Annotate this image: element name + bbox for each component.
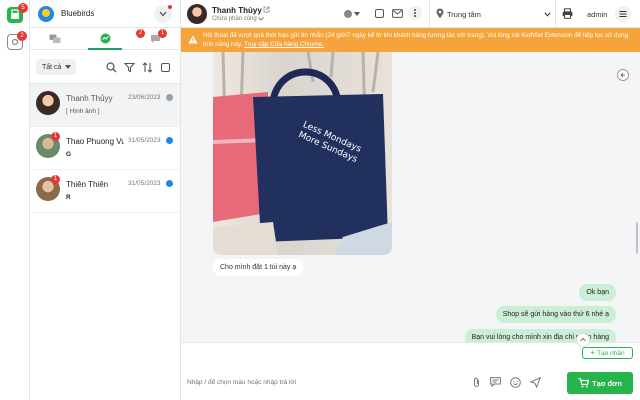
conversation-item[interactable]: 1 Thiên Thiên 31/05/2023 R	[30, 170, 180, 213]
create-order-label: Tạo đơn	[592, 378, 622, 388]
plus-icon: +	[590, 348, 596, 357]
current-user[interactable]: admin	[587, 10, 607, 19]
unread-badge: 1	[51, 132, 60, 141]
thread-scrollbar[interactable]	[636, 222, 638, 254]
search-icon[interactable]	[106, 62, 117, 73]
conversation-preview: R	[66, 194, 71, 201]
conversation-name: Thao Phuong Vu	[66, 137, 124, 146]
conversation-date: 31/05/2023	[128, 180, 161, 187]
contact-name[interactable]: Thanh Thủyy	[212, 6, 262, 15]
chevron-down-icon[interactable]	[258, 17, 264, 21]
branch-selector[interactable]: Trung tâm	[447, 6, 551, 22]
scroll-up-button[interactable]	[576, 333, 590, 347]
hamburger-menu-icon	[619, 10, 627, 18]
create-tag-label: Tạo nhãn	[597, 349, 625, 357]
tab-comments[interactable]: 1	[130, 28, 180, 49]
conversation-item[interactable]: Thanh Thủyy 23/06/2023 [ Hình ảnh ]	[30, 84, 180, 127]
quick-reply-icon[interactable]	[490, 377, 501, 387]
caret-down-icon	[65, 65, 72, 69]
page-dropdown-button[interactable]	[154, 5, 172, 23]
conversation-panel: Bluebirds 2 1 Tất cả Thanh Thủyy 23/06/2…	[30, 0, 181, 400]
emoji-icon[interactable]	[510, 377, 521, 388]
filter-bar: Tất cả	[30, 50, 180, 84]
warning-icon	[188, 35, 198, 44]
shop-app-icon[interactable]: 5	[7, 3, 28, 23]
page-selector[interactable]: Bluebirds	[30, 0, 180, 28]
messenger-icon	[100, 33, 110, 44]
select-all-checkbox[interactable]	[161, 63, 170, 72]
assignment-status[interactable]: Chưa phân công	[212, 16, 257, 22]
caret-down-icon	[354, 12, 360, 16]
chevron-up-icon	[580, 337, 586, 342]
assigned-status-icon	[166, 94, 173, 101]
mail-icon[interactable]	[392, 9, 403, 18]
camera-app-icon[interactable]: 2	[7, 31, 27, 50]
cart-icon	[578, 378, 590, 388]
create-order-button[interactable]: Tạo đơn	[567, 372, 633, 394]
arrow-left-icon	[620, 72, 625, 78]
messaging-window-warning: Hội thoại đã vượt quá thời hạn gửi tin n…	[181, 28, 640, 52]
chevron-down-icon	[544, 11, 551, 17]
app-rail: 5 2	[0, 0, 30, 400]
conversation-date: 23/06/2023	[128, 94, 161, 101]
mark-checkbox-icon[interactable]	[375, 9, 384, 18]
conversation-name: Thanh Thủyy	[66, 94, 113, 103]
contact-avatar[interactable]	[187, 4, 207, 24]
tote-bag-photo	[213, 52, 392, 255]
chat-bubbles-icon	[49, 34, 61, 43]
outgoing-message[interactable]: Ok bạn	[579, 284, 616, 301]
collapse-panel-button[interactable]	[617, 69, 629, 81]
create-tag-button[interactable]: + Tạo nhãn	[582, 347, 633, 359]
image-message[interactable]: Less Mondays More Sundays	[213, 52, 392, 255]
page-name: Bluebirds	[61, 9, 95, 18]
outgoing-message[interactable]: Bạn vui lòng cho mình xin địa chỉ nhận h…	[464, 329, 616, 342]
more-options-button[interactable]	[408, 6, 422, 20]
paperclip-icon[interactable]	[472, 377, 481, 388]
channel-tabs: 2 1	[30, 28, 180, 50]
location-pin-icon	[436, 8, 444, 19]
conversation-name: Thiên Thiên	[66, 180, 109, 189]
more-vertical-icon	[414, 9, 416, 17]
unread-badge: 1	[51, 175, 60, 184]
contact-status-dropdown[interactable]	[344, 8, 366, 20]
status-filter-label: Tất cả	[42, 63, 62, 71]
conversation-header: Thanh Thủyy Chưa phân công Trung tâm adm…	[181, 0, 640, 28]
avatar	[36, 91, 60, 115]
chevron-down-icon	[159, 11, 167, 17]
chrome-store-link[interactable]: Truy cập Cửa hàng Chrome.	[244, 41, 324, 48]
filter-icon[interactable]	[124, 62, 135, 73]
printer-icon[interactable]	[562, 8, 573, 19]
message-composer: + Tạo nhãn Tạo đơn	[181, 333, 640, 400]
messenger-source-icon	[166, 137, 173, 144]
rail-badge: 5	[18, 3, 28, 13]
status-dot-icon	[344, 10, 352, 18]
incoming-message[interactable]: Cho mình đặt 1 túi này ạ	[213, 259, 304, 276]
tab-badge: 1	[158, 29, 167, 38]
tab-messenger[interactable]	[30, 28, 80, 49]
conversation-preview: G	[66, 151, 72, 158]
message-thread[interactable]: Less Mondays More Sundays Cho mình đặt 1…	[181, 52, 640, 342]
conversation-item[interactable]: 1 Thao Phuong Vu 31/05/2023 G	[30, 127, 180, 170]
sort-icon[interactable]	[142, 62, 153, 73]
message-input[interactable]	[187, 375, 457, 389]
external-link-icon[interactable]	[263, 6, 270, 13]
conversation-date: 31/05/2023	[128, 137, 161, 144]
messenger-source-icon	[166, 180, 173, 187]
tab-zalo[interactable]: 2	[80, 28, 145, 50]
rail-badge: 2	[17, 31, 27, 41]
branch-name: Trung tâm	[447, 9, 481, 19]
conversation-preview: [ Hình ảnh ]	[66, 108, 100, 115]
bluebird-logo-icon	[38, 6, 54, 22]
status-filter-dropdown[interactable]: Tất cả	[36, 59, 76, 75]
outgoing-message[interactable]: Shop sẽ gửi hàng vào thứ 6 nhé ạ	[495, 306, 616, 323]
main-menu-button[interactable]	[615, 6, 631, 22]
notification-dot	[168, 5, 172, 9]
send-icon[interactable]	[530, 377, 541, 388]
